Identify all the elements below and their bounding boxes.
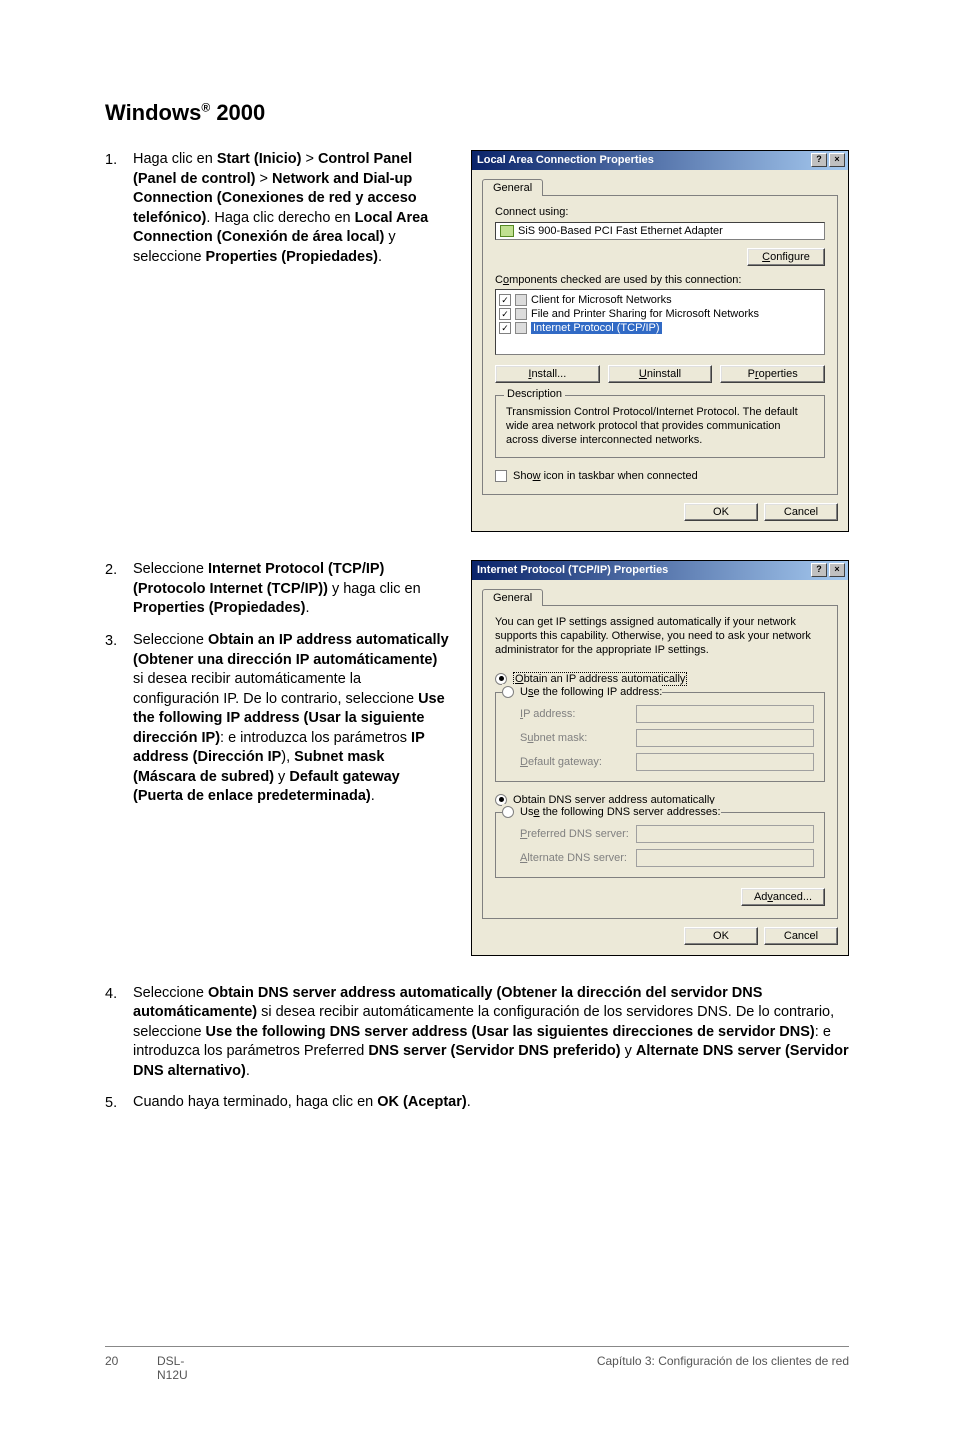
install-button[interactable]: Install... bbox=[495, 365, 600, 383]
help-button[interactable]: ? bbox=[811, 563, 827, 577]
adapter-field: SiS 900-Based PCI Fast Ethernet Adapter bbox=[495, 222, 825, 240]
components-list[interactable]: ✓ Client for Microsoft Networks ✓ File a… bbox=[495, 289, 825, 355]
preferred-dns-field bbox=[636, 825, 814, 843]
ok-button[interactable]: OK bbox=[684, 927, 758, 945]
heading-text-pre: Windows bbox=[105, 100, 201, 125]
default-gateway-field bbox=[636, 753, 814, 771]
step2-text: Seleccione Internet Protocol (TCP/IP) (P… bbox=[133, 560, 451, 619]
client-icon bbox=[515, 294, 527, 306]
step1-number: 1. bbox=[105, 150, 133, 267]
close-button[interactable]: × bbox=[829, 153, 845, 167]
default-gateway-label: Default gateway: bbox=[506, 756, 636, 768]
use-following-dns-radio[interactable]: Use the following DNS server addresses: bbox=[502, 804, 721, 820]
show-icon-label: Show icon in taskbar when connected bbox=[513, 470, 698, 482]
step3-text: Seleccione Obtain an IP address automati… bbox=[133, 631, 451, 807]
checkbox-icon[interactable]: ✓ bbox=[499, 322, 511, 334]
use-following-ip-radio[interactable]: Use the following IP address: bbox=[502, 684, 662, 700]
use-following-dns-label: Use the following DNS server addresses: bbox=[520, 806, 721, 818]
model-name: DSL-N12U bbox=[145, 1354, 188, 1382]
list-item[interactable]: ✓ Client for Microsoft Networks bbox=[499, 293, 821, 307]
uninstall-button[interactable]: Uninstall bbox=[608, 365, 713, 383]
tab-general[interactable]: General bbox=[482, 179, 543, 196]
page-number: 20 bbox=[105, 1354, 145, 1382]
preferred-dns-label: Preferred DNS server: bbox=[506, 828, 636, 840]
adapter-name: SiS 900-Based PCI Fast Ethernet Adapter bbox=[518, 225, 723, 237]
use-following-ip-label: Use the following IP address: bbox=[520, 686, 662, 698]
chapter-title: Capítulo 3: Configuración de los cliente… bbox=[188, 1354, 849, 1382]
tcként-658- bbox=[515, 322, 527, 334]
configure-button[interactable]: Configure bbox=[747, 248, 825, 266]
description-legend: Description bbox=[504, 388, 565, 400]
subnet-mask-label: Subnet mask: bbox=[506, 732, 636, 744]
tcpip-titlebar: Internet Protocol (TCP/IP) Properties ? … bbox=[472, 561, 848, 580]
ip-address-field bbox=[636, 705, 814, 723]
adapter-icon bbox=[500, 225, 514, 237]
fileshare-icon bbox=[515, 308, 527, 320]
heading-sup: ® bbox=[201, 101, 210, 115]
show-icon-checkbox[interactable] bbox=[495, 470, 507, 482]
checkbox-icon[interactable]: ✓ bbox=[499, 294, 511, 306]
item-tcpip: Internet Protocol (TCP/IP) bbox=[531, 322, 662, 334]
advanced-button[interactable]: Advanced... bbox=[741, 888, 825, 906]
help-button[interactable]: ? bbox=[811, 153, 827, 167]
alternate-dns-label: Alternate DNS server: bbox=[506, 852, 636, 864]
tab-general[interactable]: General bbox=[482, 589, 543, 606]
step2-number: 2. bbox=[105, 560, 133, 619]
radio-icon bbox=[502, 686, 514, 698]
list-item[interactable]: ✓ File and Printer Sharing for Microsoft… bbox=[499, 307, 821, 321]
page-footer: 20 DSL-N12U Capítulo 3: Configuración de… bbox=[105, 1346, 849, 1382]
step4-number: 4. bbox=[105, 984, 133, 1082]
step3-number: 3. bbox=[105, 631, 133, 807]
ip-address-label: IP address: bbox=[506, 708, 636, 720]
components-label: Components checked are used by this conn… bbox=[495, 274, 825, 286]
cancel-button[interactable]: Cancel bbox=[764, 503, 838, 521]
lac-title: Local Area Connection Properties bbox=[477, 154, 654, 166]
lac-titlebar: Local Area Connection Properties ? × bbox=[472, 151, 848, 170]
item-client: Client for Microsoft Networks bbox=[531, 294, 672, 306]
checkbox-icon[interactable]: ✓ bbox=[499, 308, 511, 320]
properties-button[interactable]: Properties bbox=[720, 365, 825, 383]
ok-button[interactable]: OK bbox=[684, 503, 758, 521]
tcpip-title: Internet Protocol (TCP/IP) Properties bbox=[477, 564, 668, 576]
step5-text: Cuando haya terminado, haga clic en OK (… bbox=[133, 1093, 471, 1114]
step5-number: 5. bbox=[105, 1093, 133, 1114]
close-button[interactable]: × bbox=[829, 563, 845, 577]
tcpip-intro: You can get IP settings assigned automat… bbox=[495, 616, 825, 657]
tcpip-properties-dialog: Internet Protocol (TCP/IP) Properties ? … bbox=[471, 560, 849, 955]
description-text: Transmission Control Protocol/Internet P… bbox=[506, 406, 814, 447]
heading: Windows® 2000 bbox=[105, 100, 849, 126]
subnet-mask-field bbox=[636, 729, 814, 747]
item-fileshare: File and Printer Sharing for Microsoft N… bbox=[531, 308, 759, 320]
list-item[interactable]: ✓ Internet Protocol (TCP/IP) bbox=[499, 321, 821, 335]
step1-text: Haga clic en Start (Inicio) > Control Pa… bbox=[133, 150, 451, 267]
connect-using-label: Connect using: bbox=[495, 206, 825, 218]
lac-properties-dialog: Local Area Connection Properties ? × Gen… bbox=[471, 150, 849, 532]
alternate-dns-field bbox=[636, 849, 814, 867]
radio-icon bbox=[502, 806, 514, 818]
cancel-button[interactable]: Cancel bbox=[764, 927, 838, 945]
heading-text-post: 2000 bbox=[210, 100, 265, 125]
step4-text: Seleccione Obtain DNS server address aut… bbox=[133, 984, 849, 1082]
